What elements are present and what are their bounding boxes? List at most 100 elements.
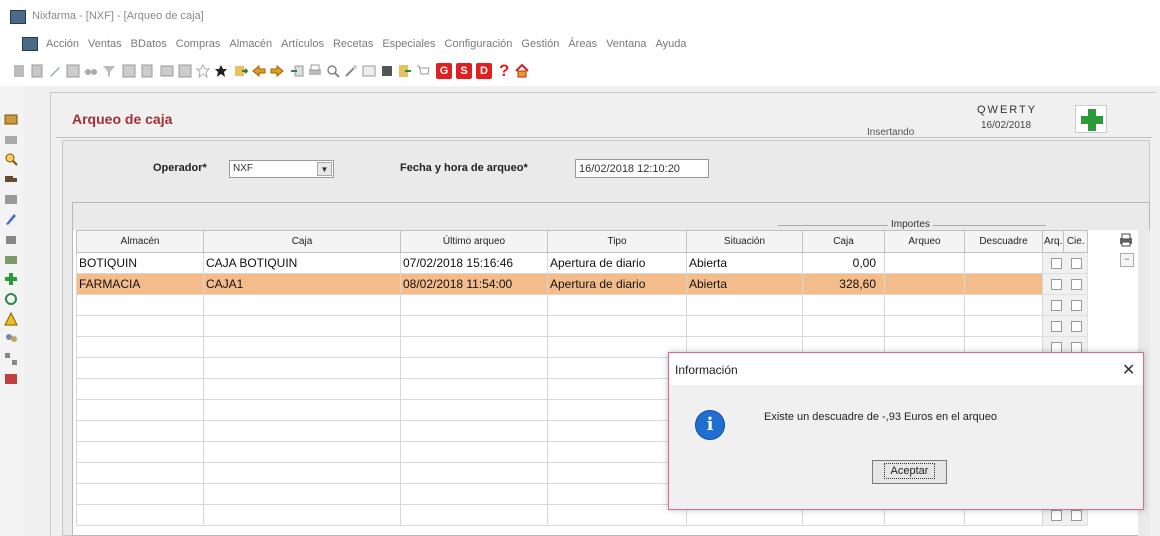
search-icon[interactable]	[326, 64, 340, 78]
col-almacen[interactable]: Almacén	[76, 230, 204, 253]
menu-ventana[interactable]: Ventana	[606, 38, 646, 50]
menu-almacen[interactable]: Almacén	[229, 38, 272, 50]
refresh-icon[interactable]	[4, 292, 18, 306]
tree-icon[interactable]	[178, 64, 192, 78]
col-situacion[interactable]: Situación	[686, 230, 803, 253]
col-caja[interactable]: Caja	[203, 230, 401, 253]
col-descuadre[interactable]: Descuadre	[964, 230, 1043, 253]
cell-almacen[interactable]: BOTIQUIN	[76, 252, 204, 274]
import-icon[interactable]	[290, 64, 304, 78]
cell-importe-caja[interactable]: 328,60	[802, 273, 885, 295]
menu-bdatos[interactable]: BDatos	[131, 38, 167, 50]
arq-checkbox[interactable]	[1051, 321, 1062, 333]
col-tipo[interactable]: Tipo	[547, 230, 687, 253]
menu-configuracion[interactable]: Configuración	[445, 38, 513, 50]
col-ultimo-arqueo[interactable]: Último arqueo	[400, 230, 548, 253]
binoculars-icon[interactable]	[84, 64, 98, 78]
boxes-icon[interactable]	[4, 192, 18, 206]
cart-icon[interactable]	[416, 64, 430, 78]
pencil-icon[interactable]	[48, 64, 62, 78]
pharmacy-cross-icon[interactable]	[4, 272, 18, 286]
truck-icon[interactable]	[4, 172, 18, 186]
cut-icon[interactable]	[12, 64, 26, 78]
cie-checkbox[interactable]	[1071, 510, 1082, 522]
warning-icon[interactable]	[4, 312, 18, 326]
filter-icon[interactable]	[102, 64, 116, 78]
menu-recetas[interactable]: Recetas	[333, 38, 373, 50]
cell-importe-caja[interactable]: 0,00	[802, 252, 885, 274]
sales-icon[interactable]	[4, 112, 18, 126]
cie-checkbox[interactable]	[1071, 279, 1082, 291]
cell-situacion[interactable]: Abierta	[686, 273, 803, 295]
g-button[interactable]: G	[436, 63, 452, 79]
arq-checkbox[interactable]	[1051, 510, 1062, 522]
cell-ultimo[interactable]: 08/02/2018 11:54:00	[400, 273, 548, 295]
wand-icon[interactable]	[344, 64, 358, 78]
col-arq[interactable]: Arq.	[1041, 230, 1065, 253]
menu-ventas[interactable]: Ventas	[88, 38, 122, 50]
cie-checkbox[interactable]	[1071, 300, 1082, 312]
arq-checkbox[interactable]	[1051, 258, 1062, 270]
menu-accion[interactable]: Acción	[46, 38, 79, 50]
arrow-right-icon[interactable]	[270, 64, 284, 78]
operador-combo[interactable]: NXF ▼	[229, 160, 334, 178]
users-icon[interactable]	[4, 332, 18, 346]
pen-icon[interactable]	[4, 212, 18, 226]
star-outline-icon[interactable]	[196, 64, 210, 78]
cell-caja[interactable]: CAJA1	[203, 273, 401, 295]
help-button[interactable]: ?	[499, 61, 509, 81]
chevron-down-icon[interactable]: ▼	[317, 162, 332, 176]
cie-checkbox[interactable]	[1071, 321, 1082, 333]
export-icon[interactable]	[234, 64, 248, 78]
barcode-icon[interactable]	[4, 372, 18, 386]
menu-compras[interactable]: Compras	[176, 38, 221, 50]
arq-checkbox[interactable]	[1051, 279, 1062, 291]
col-importe-caja[interactable]: Caja	[802, 230, 885, 253]
cell-caja[interactable]: CAJA BOTIQUIN	[203, 252, 401, 274]
table-row-empty[interactable]	[76, 294, 1088, 316]
aceptar-button[interactable]: Aceptar	[872, 460, 947, 484]
col-cie[interactable]: Cie.	[1063, 230, 1088, 253]
cell-tipo[interactable]: Apertura de diario	[547, 252, 687, 274]
cell-descuadre[interactable]	[964, 273, 1043, 295]
stop-icon[interactable]	[380, 64, 394, 78]
menu-areas[interactable]: Áreas	[568, 38, 597, 50]
close-icon[interactable]: ✕	[1122, 360, 1135, 380]
table-row[interactable]: BOTIQUIN CAJA BOTIQUIN 07/02/2018 15:16:…	[76, 252, 1088, 274]
arrow-left-icon[interactable]	[252, 64, 266, 78]
cell-arqueo[interactable]	[884, 273, 965, 295]
arq-checkbox[interactable]	[1051, 300, 1062, 312]
scale-icon[interactable]	[4, 232, 18, 246]
window-icon[interactable]	[362, 64, 376, 78]
star-icon[interactable]	[214, 64, 228, 78]
menu-gestion[interactable]: Gestión	[521, 38, 559, 50]
menu-especiales[interactable]: Especiales	[382, 38, 435, 50]
cell-arqueo[interactable]	[884, 252, 965, 274]
cell-situacion[interactable]: Abierta	[686, 252, 803, 274]
collapse-button[interactable]: −	[1120, 253, 1134, 267]
calc-icon[interactable]	[140, 64, 154, 78]
printer-stack-icon[interactable]	[4, 252, 18, 266]
home-icon[interactable]	[515, 64, 529, 78]
col-arqueo[interactable]: Arqueo	[884, 230, 965, 253]
exit-icon[interactable]	[398, 64, 412, 78]
cell-almacen[interactable]: FARMACIA	[76, 273, 204, 295]
print-icon[interactable]	[308, 64, 322, 78]
table-row-empty[interactable]	[76, 315, 1088, 337]
register-icon[interactable]	[4, 132, 18, 146]
cell-ultimo[interactable]: 07/02/2018 15:16:46	[400, 252, 548, 274]
fecha-input[interactable]: 16/02/2018 12:10:20	[575, 159, 709, 178]
cie-checkbox[interactable]	[1071, 258, 1082, 270]
menu-ayuda[interactable]: Ayuda	[655, 38, 686, 50]
d-button[interactable]: D	[476, 63, 492, 79]
document-icon[interactable]	[30, 64, 44, 78]
cell-descuadre[interactable]	[964, 252, 1043, 274]
s-button[interactable]: S	[456, 63, 472, 79]
menu-articulos[interactable]: Artículos	[281, 38, 324, 50]
grid-icon[interactable]	[66, 64, 80, 78]
list-icon[interactable]	[160, 64, 174, 78]
table-icon[interactable]	[122, 64, 136, 78]
printer-icon[interactable]	[1119, 233, 1133, 247]
mdi-child-icon[interactable]	[22, 37, 38, 51]
magnifier-icon[interactable]	[4, 152, 18, 166]
